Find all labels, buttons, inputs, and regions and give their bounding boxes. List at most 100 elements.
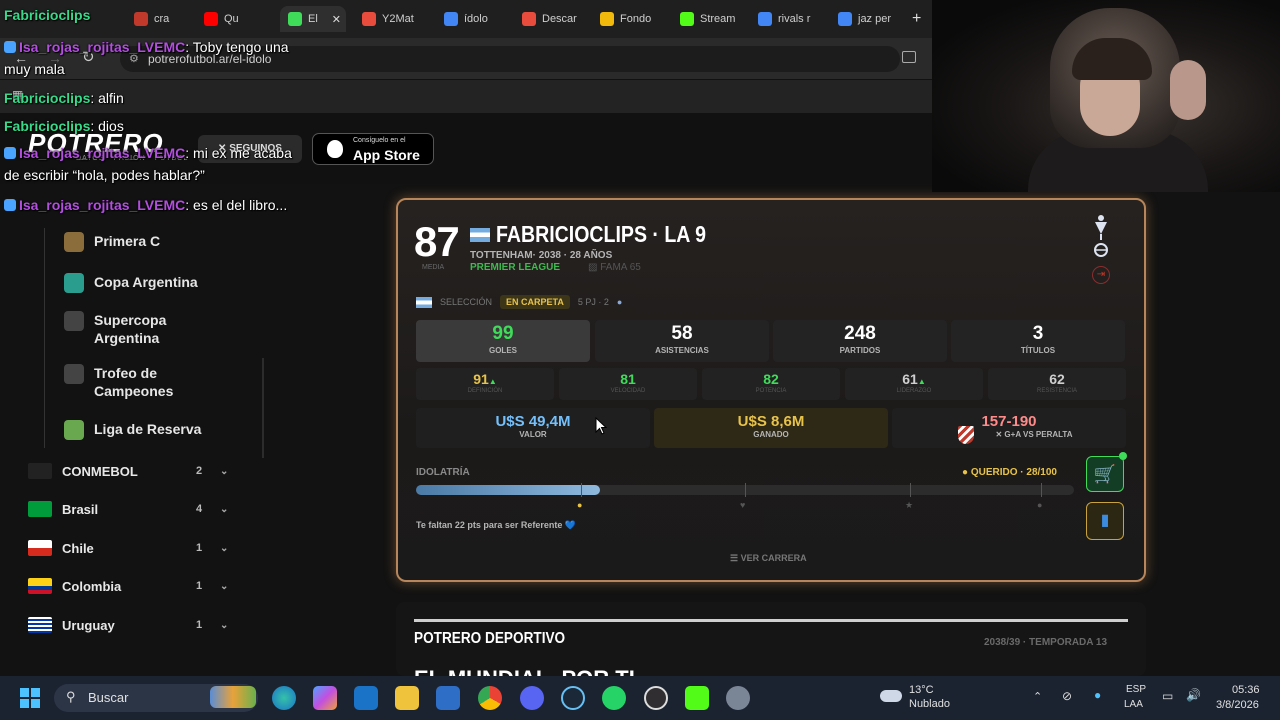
- kit-button[interactable]: ▮: [1086, 502, 1124, 540]
- edge-icon[interactable]: [272, 686, 296, 710]
- earned-box: U$S 8,6M GANADO: [654, 408, 888, 448]
- apple-icon: [327, 140, 343, 158]
- browser-tab[interactable]: Descar: [522, 6, 592, 32]
- player-rating: 87: [414, 218, 460, 265]
- microphone-icon[interactable]: ●: [1094, 688, 1101, 702]
- sidebar-item-region[interactable]: Brasil 4 ⌄: [28, 497, 238, 521]
- chat-message: Fabricioclips: alfin: [4, 87, 296, 109]
- browser-tab[interactable]: Y2Mat: [362, 6, 432, 32]
- outlook-icon[interactable]: [354, 686, 378, 710]
- tab-favicon-icon: [758, 12, 772, 26]
- region-flag-icon: [28, 578, 52, 594]
- search-highlight-icon: [210, 686, 256, 708]
- chat-username[interactable]: Isa_rojas_rojitas_LVEMC: [19, 145, 185, 161]
- national-status-badge: EN CARPETA: [500, 295, 570, 309]
- region-label: CONMEBOL: [62, 463, 138, 479]
- kick-icon[interactable]: [685, 686, 709, 710]
- chat-message: Fabricioclips: dios: [4, 115, 296, 137]
- attribute-value: 91: [473, 371, 489, 387]
- chevron-down-icon[interactable]: ⌄: [220, 504, 228, 515]
- app-store-button[interactable]: Consíguelo en el App Store: [312, 133, 434, 165]
- region-label: Colombia: [62, 578, 122, 594]
- chat-text: : es el del libro...: [185, 197, 288, 213]
- install-app-icon[interactable]: [902, 51, 916, 63]
- stat-value: 248: [844, 323, 876, 344]
- discord-icon[interactable]: [520, 686, 544, 710]
- browser-tab[interactable]: jaz per: [838, 6, 908, 32]
- chat-username[interactable]: Isa_rojas_rojitas_LVEMC: [19, 39, 185, 55]
- competition-logo-icon: [64, 273, 84, 293]
- obs-icon[interactable]: [644, 686, 668, 710]
- input-layout[interactable]: LAA: [1124, 699, 1143, 710]
- shop-cart-button[interactable]: 🛒: [1086, 456, 1124, 492]
- chat-text: : dios: [90, 118, 124, 134]
- sidebar-item-competition[interactable]: Primera C: [94, 232, 160, 250]
- sidebar-item-competition[interactable]: Trofeo de Campeones: [94, 364, 173, 400]
- app-store-big-text: App Store: [353, 147, 420, 163]
- network-icon[interactable]: ▭: [1162, 689, 1173, 703]
- attribute-value: 82: [763, 371, 779, 387]
- national-label: SELECCIÓN: [440, 297, 493, 307]
- input-language[interactable]: ESP: [1126, 684, 1146, 695]
- competition-logo-icon: [64, 420, 84, 440]
- tab-close-icon[interactable]: ✕: [332, 13, 341, 26]
- subscriber-badge-icon: [4, 147, 16, 159]
- idolatry-progress: [416, 485, 600, 495]
- sidebar-item-region[interactable]: Colombia 1 ⌄: [28, 574, 238, 598]
- region-count: 1: [196, 619, 203, 631]
- region-flag-icon: [28, 501, 52, 517]
- career-link[interactable]: ☰ VER CARRERA: [730, 553, 807, 564]
- chat-username[interactable]: Fabricioclips: [4, 7, 90, 23]
- attribute-value: 61: [902, 371, 918, 387]
- sidebar-item-competition[interactable]: Liga de Reserva: [94, 420, 201, 438]
- argentina-flag-icon: [416, 296, 432, 308]
- tray-chevron-icon[interactable]: ⌃: [1033, 690, 1042, 703]
- browser-tab[interactable]: Fondo: [600, 6, 670, 32]
- mic-muted-icon[interactable]: ⊘: [1062, 689, 1072, 703]
- attribute-value-row: 62: [988, 368, 1126, 387]
- sidebar-item-region[interactable]: CONMEBOL 2 ⌄: [28, 459, 238, 483]
- browser-tab[interactable]: rivals r: [758, 6, 828, 32]
- sidebar-item-competition[interactable]: Supercopa Argentina: [94, 311, 166, 347]
- chevron-down-icon[interactable]: ⌄: [220, 466, 228, 477]
- fame-icon: ▨: [588, 262, 598, 273]
- tab-favicon-icon: [362, 12, 376, 26]
- chrome-icon[interactable]: [478, 686, 502, 710]
- weather-description[interactable]: Nublado: [909, 698, 950, 710]
- stat-card: 3 TÍTULOS: [951, 320, 1125, 362]
- chevron-down-icon[interactable]: ⌄: [220, 543, 228, 554]
- sidebar-item-competition[interactable]: Copa Argentina: [94, 273, 198, 291]
- stat-label: ASISTENCIAS: [655, 346, 709, 355]
- chat-username[interactable]: Isa_rojas_rojitas_LVEMC: [19, 197, 185, 213]
- browser-tab[interactable]: ídolo: [444, 6, 514, 32]
- volume-icon[interactable]: 🔊: [1186, 688, 1201, 702]
- sidebar-item-region[interactable]: Uruguay 1 ⌄: [28, 613, 238, 637]
- browser-tab[interactable]: Stream: [680, 6, 750, 32]
- rating-label: MEDIA: [422, 264, 445, 271]
- store-icon[interactable]: [436, 686, 460, 710]
- chevron-down-icon[interactable]: ⌄: [220, 581, 228, 592]
- search-icon: ⚲: [66, 689, 76, 704]
- whatsapp-icon[interactable]: [602, 686, 626, 710]
- chat-message: Fabricioclips: [4, 4, 296, 26]
- weather-temperature[interactable]: 13°C: [909, 684, 934, 696]
- file-explorer-icon[interactable]: [395, 686, 419, 710]
- windows-start-icon[interactable]: [20, 688, 40, 708]
- webcam-feed: [932, 0, 1280, 192]
- clock-date[interactable]: 3/8/2026: [1216, 699, 1259, 711]
- exit-icon[interactable]: ⇥: [1092, 266, 1110, 284]
- steam-icon[interactable]: [561, 686, 585, 710]
- chevron-down-icon[interactable]: ⌄: [220, 620, 228, 631]
- sidebar-item-region[interactable]: Chile 1 ⌄: [28, 536, 238, 560]
- attribute-value-row: 82: [702, 368, 840, 387]
- sidebar-scrollbar[interactable]: [262, 358, 264, 458]
- chat-username[interactable]: Fabricioclips: [4, 118, 90, 134]
- market-value-label: VALOR: [519, 430, 547, 439]
- copilot-icon[interactable]: [313, 686, 337, 710]
- new-tab-button[interactable]: +: [912, 10, 921, 28]
- chat-username[interactable]: Fabricioclips: [4, 90, 90, 106]
- settings-icon[interactable]: [726, 686, 750, 710]
- stat-value: 58: [671, 323, 693, 344]
- clock-time[interactable]: 05:36: [1232, 684, 1260, 696]
- region-flag-icon: [28, 617, 52, 633]
